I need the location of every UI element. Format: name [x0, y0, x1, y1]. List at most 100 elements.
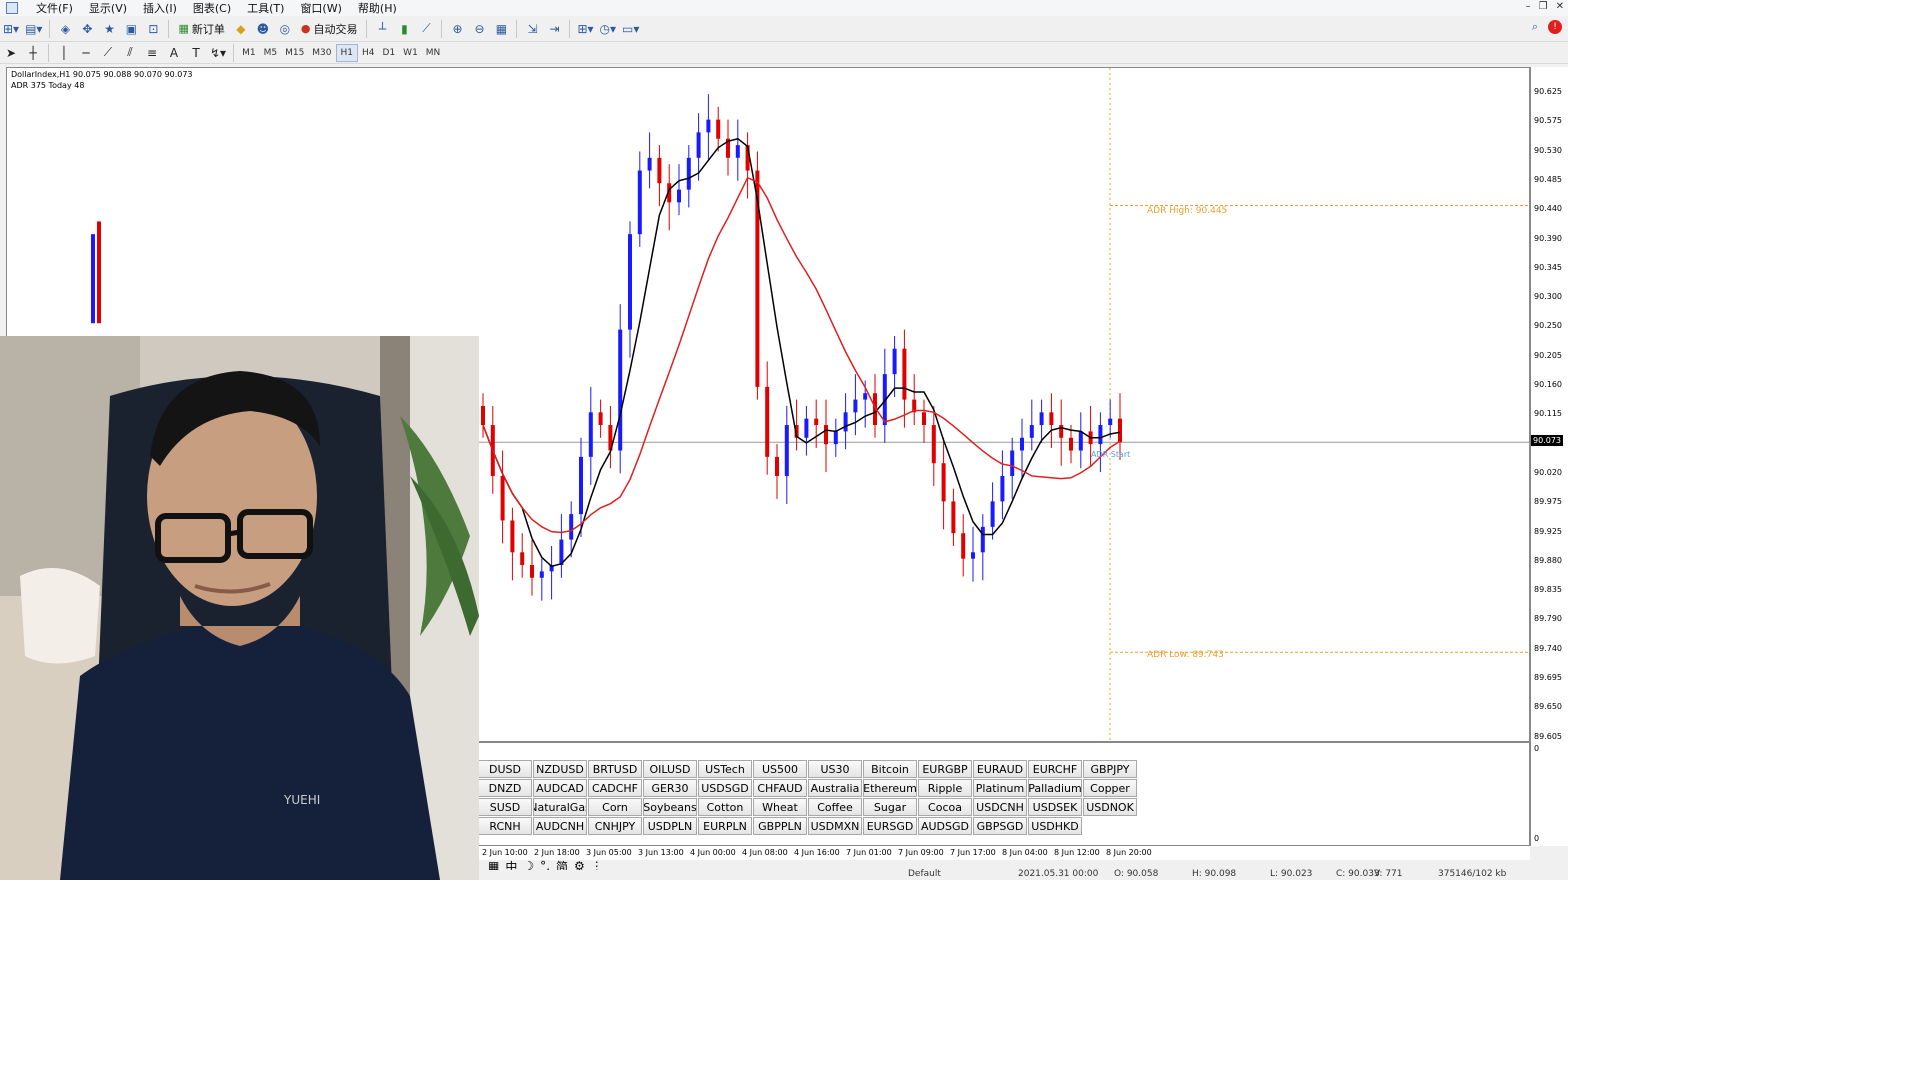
symbol-button-chfaud[interactable]: CHFAUD: [753, 779, 807, 797]
symbol-button-audcnh[interactable]: AUDCNH: [533, 817, 587, 835]
bar-chart-icon[interactable]: ┴: [372, 19, 392, 39]
symbol-button-dusd[interactable]: DUSD: [478, 760, 532, 778]
new-chart-icon[interactable]: ⊞▾: [1, 19, 21, 39]
menu-window[interactable]: 窗口(W): [292, 0, 349, 16]
symbol-button-euraud[interactable]: EURAUD: [973, 760, 1027, 778]
metaeditor-icon[interactable]: ◆: [231, 19, 251, 39]
periods-icon[interactable]: ◷▾: [598, 19, 619, 39]
menu-charts[interactable]: 图表(C): [185, 0, 239, 16]
close-icon[interactable]: ✕: [1556, 1, 1564, 12]
symbol-button-cocoa[interactable]: Cocoa: [918, 798, 972, 816]
symbol-button-brtusd[interactable]: BRTUSD: [588, 760, 642, 778]
autoscroll-icon[interactable]: ⇲: [522, 19, 542, 39]
market-icon[interactable]: ◎: [275, 19, 295, 39]
profiles-icon[interactable]: ▤▾: [23, 19, 44, 39]
symbol-button-gbpsgd[interactable]: GBPSGD: [973, 817, 1027, 835]
text-label-icon[interactable]: T: [186, 43, 206, 63]
symbol-button-cnhjpy[interactable]: CNHJPY: [588, 817, 642, 835]
symbol-button-gbppln[interactable]: GBPPLN: [753, 817, 807, 835]
notification-icon[interactable]: !: [1548, 20, 1562, 34]
menu-help[interactable]: 帮助(H): [350, 0, 405, 16]
symbol-button-usdsgd[interactable]: USDSGD: [698, 779, 752, 797]
symbol-button-cotton[interactable]: Cotton: [698, 798, 752, 816]
line-chart-icon[interactable]: ⟋: [416, 19, 436, 39]
time-axis[interactable]: 2 Jun 10:00 2 Jun 18:00 3 Jun 05:00 3 Jun 1…: [478, 846, 1530, 860]
symbol-button-usdhkd[interactable]: USDHKD: [1028, 817, 1082, 835]
symbol-button-sugar[interactable]: Sugar: [863, 798, 917, 816]
search-icon[interactable]: ⌕: [1532, 20, 1538, 34]
symbol-button-ethereum[interactable]: Ethereum: [863, 779, 917, 797]
symbol-button-eursgd[interactable]: EURSGD: [863, 817, 917, 835]
symbol-button-naturalgas[interactable]: NaturalGas: [533, 798, 587, 816]
cursor-icon[interactable]: ➤: [1, 43, 21, 63]
signals-icon[interactable]: ☻: [253, 19, 273, 39]
symbol-button-us500[interactable]: US500: [753, 760, 807, 778]
data-window-icon[interactable]: ✥: [77, 19, 97, 39]
symbol-button-audsgd[interactable]: AUDSGD: [918, 817, 972, 835]
menu-insert[interactable]: 插入(I): [135, 0, 185, 16]
fibonacci-icon[interactable]: ≡: [142, 43, 162, 63]
menu-view[interactable]: 显示(V): [81, 0, 135, 16]
symbol-button-audcad[interactable]: AUDCAD: [533, 779, 587, 797]
timeframe-w1[interactable]: W1: [399, 44, 422, 62]
symbol-button-australia[interactable]: Australia: [808, 779, 862, 797]
symbol-button-ripple[interactable]: Ripple: [918, 779, 972, 797]
symbol-button-platinum[interactable]: Platinum: [973, 779, 1027, 797]
symbol-button-palladium[interactable]: Palladium: [1028, 779, 1082, 797]
symbol-button-usdpln[interactable]: USDPLN: [643, 817, 697, 835]
timeframe-mn[interactable]: MN: [422, 44, 445, 62]
timeframe-h4[interactable]: H4: [358, 44, 379, 62]
trendline-icon[interactable]: ⟋: [98, 43, 118, 63]
timeframe-m5[interactable]: M5: [260, 44, 282, 62]
symbol-button-copper[interactable]: Copper: [1083, 779, 1137, 797]
symbol-button-wheat[interactable]: Wheat: [753, 798, 807, 816]
zoom-out-icon[interactable]: ⊖: [469, 19, 489, 39]
symbol-button-soybeans[interactable]: Soybeans: [643, 798, 697, 816]
symbol-button-gbpjpy[interactable]: GBPJPY: [1083, 760, 1137, 778]
vertical-line-icon[interactable]: │: [54, 43, 74, 63]
menu-file[interactable]: 文件(F): [28, 0, 81, 16]
minimize-icon[interactable]: –: [1526, 1, 1531, 12]
new-order-button[interactable]: ▦ 新订单: [174, 19, 228, 39]
symbol-button-eurpln[interactable]: EURPLN: [698, 817, 752, 835]
symbol-button-eurgbp[interactable]: EURGBP: [918, 760, 972, 778]
symbol-button-ustech[interactable]: USTech: [698, 760, 752, 778]
symbol-button-coffee[interactable]: Coffee: [808, 798, 862, 816]
text-icon[interactable]: A: [164, 43, 184, 63]
zoom-in-icon[interactable]: ⊕: [447, 19, 467, 39]
market-watch-icon[interactable]: ◈: [55, 19, 75, 39]
navigator-icon[interactable]: ★: [99, 19, 119, 39]
crosshair-icon[interactable]: ┼: [23, 43, 43, 63]
symbol-button-us30[interactable]: US30: [808, 760, 862, 778]
indicators-icon[interactable]: ⊞▾: [575, 19, 595, 39]
symbol-button-rcnh[interactable]: RCNH: [478, 817, 532, 835]
auto-trading-button[interactable]: ● 自动交易: [297, 19, 362, 39]
timeframe-m30[interactable]: M30: [308, 44, 335, 62]
symbol-button-usdcnh[interactable]: USDCNH: [973, 798, 1027, 816]
timeframe-m1[interactable]: M1: [238, 44, 260, 62]
symbol-button-dnzd[interactable]: DNZD: [478, 779, 532, 797]
arrows-icon[interactable]: ↯▾: [208, 43, 228, 63]
tile-windows-icon[interactable]: ▦: [491, 19, 511, 39]
symbol-button-bitcoin[interactable]: Bitcoin: [863, 760, 917, 778]
symbol-button-corn[interactable]: Corn: [588, 798, 642, 816]
price-axis[interactable]: 90.625 90.575 90.530 90.485 90.440 90.390 90.3…: [1530, 67, 1568, 742]
symbol-button-nzdusd[interactable]: NZDUSD: [533, 760, 587, 778]
channel-icon[interactable]: ⫽: [120, 43, 140, 63]
symbol-button-susd[interactable]: SUSD: [478, 798, 532, 816]
menu-tools[interactable]: 工具(T): [239, 0, 292, 16]
horizontal-line-icon[interactable]: ─: [76, 43, 96, 63]
candlestick-icon[interactable]: ▮: [394, 19, 414, 39]
symbol-button-oilusd[interactable]: OILUSD: [643, 760, 697, 778]
symbol-button-usdsek[interactable]: USDSEK: [1028, 798, 1082, 816]
strategy-tester-icon[interactable]: ⊡: [143, 19, 163, 39]
templates-icon[interactable]: ▭▾: [620, 19, 641, 39]
symbol-button-cadchf[interactable]: CADCHF: [588, 779, 642, 797]
symbol-button-eurchf[interactable]: EURCHF: [1028, 760, 1082, 778]
timeframe-d1[interactable]: D1: [379, 44, 400, 62]
timeframe-m15[interactable]: M15: [281, 44, 308, 62]
symbol-button-usdnok[interactable]: USDNOK: [1083, 798, 1137, 816]
terminal-icon[interactable]: ▣: [121, 19, 141, 39]
timeframe-h1[interactable]: H1: [335, 43, 359, 62]
restore-icon[interactable]: ❐: [1539, 1, 1548, 12]
